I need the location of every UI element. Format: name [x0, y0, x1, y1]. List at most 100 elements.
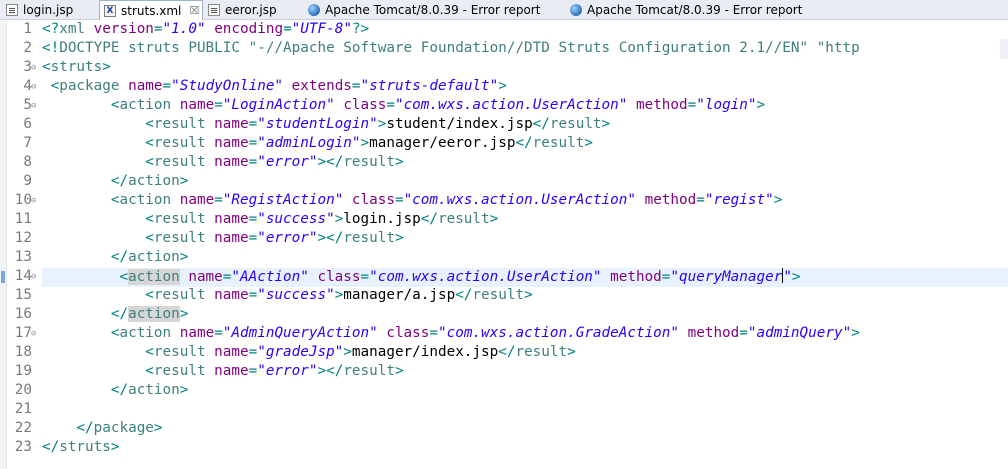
- code-line[interactable]: </action>: [42, 382, 188, 398]
- code-token: name: [214, 116, 249, 132]
- code-line[interactable]: </package>: [42, 420, 162, 436]
- fold-collapse-icon[interactable]: ⊖: [31, 63, 36, 73]
- code-line[interactable]: <result name="success">manager/a.jsp</re…: [42, 287, 533, 303]
- tab-struts-xml[interactable]: Xstruts.xml ☒: [99, 0, 203, 20]
- tab-apache-tomcat-8-0-39-error-report[interactable]: Apache Tomcat/8.0.39 - Error report: [566, 0, 816, 19]
- code-line[interactable]: <result name="error"></result>: [42, 363, 403, 379]
- code-token: result: [153, 211, 206, 227]
- code-line[interactable]: </action>: [42, 173, 188, 189]
- line-number: 3: [23, 59, 32, 75]
- code-token: class: [386, 325, 430, 341]
- code-token: "login": [696, 97, 757, 113]
- line-number: 21: [14, 401, 32, 417]
- fold-collapse-icon[interactable]: ⊖: [31, 82, 36, 92]
- code-token: method: [635, 97, 688, 113]
- code-token: "com.wxs.action.GradeAction": [438, 325, 680, 341]
- code-token: >: [179, 306, 189, 322]
- code-line[interactable]: <result name="adminLogin">manager/eeror.…: [42, 135, 593, 151]
- code-line[interactable]: <action name="AAction" class="com.wxs.ac…: [42, 268, 801, 285]
- code-token: </: [110, 173, 129, 189]
- fold-collapse-icon[interactable]: ⊖: [31, 196, 36, 206]
- code-token: =: [248, 154, 258, 170]
- code-line[interactable]: <action name="AdminQueryAction" class="c…: [42, 325, 860, 341]
- code-token: =: [248, 230, 258, 246]
- code-line[interactable]: <package name="StudyOnline" extends="str…: [42, 78, 507, 94]
- code-token: "struts-default": [360, 78, 499, 94]
- code-line[interactable]: <?xml version="1.0" encoding="UTF-8"?>: [42, 21, 369, 37]
- line-number: 5: [23, 97, 32, 113]
- code-token: "1.0": [162, 21, 206, 37]
- code-token: result: [343, 230, 395, 246]
- code-token: name: [214, 211, 249, 227]
- code-token: "error": [257, 154, 318, 170]
- code-token: >: [791, 269, 801, 285]
- code-token: class: [351, 192, 395, 208]
- code-line[interactable]: <result name="error"></result>: [42, 230, 404, 246]
- tab-apache-tomcat-8-0-39-error-report[interactable]: Apache Tomcat/8.0.39 - Error report: [304, 0, 564, 19]
- overview-ruler[interactable]: [1000, 39, 1008, 59]
- code-line[interactable]: </action>: [42, 249, 188, 265]
- tab-eeror-jsp[interactable]: eeror.jsp: [204, 0, 302, 19]
- code-line[interactable]: </action>: [42, 306, 188, 322]
- code-token: "error": [257, 363, 318, 379]
- code-token: </: [76, 420, 94, 436]
- code-token: name: [188, 269, 223, 285]
- code-token: encoding: [214, 21, 284, 37]
- close-tab-icon[interactable]: ☒: [189, 4, 199, 17]
- tab-label: login.jsp: [23, 2, 74, 17]
- code-token: action: [119, 97, 172, 113]
- tab-label: eeror.jsp: [225, 2, 277, 17]
- code-token: >: [524, 287, 533, 303]
- tab-label: Apache Tomcat/8.0.39 - Error report: [325, 2, 541, 17]
- code-line[interactable]: <result name="error"></result>: [42, 154, 403, 170]
- code-line[interactable]: <result name="success">login.jsp</result…: [42, 211, 498, 227]
- code-line[interactable]: </struts>: [42, 439, 119, 455]
- code-editor[interactable]: 1 <?xml version="1.0" encoding="UTF-8"?> 2…: [0, 20, 1008, 469]
- code-token: =: [214, 192, 223, 208]
- code-token: result: [515, 344, 568, 360]
- fold-collapse-icon[interactable]: ⊖: [31, 329, 36, 339]
- code-token: class: [343, 97, 387, 113]
- line-number: 16: [14, 306, 32, 322]
- code-token: method: [610, 269, 662, 285]
- fold-collapse-icon[interactable]: ⊖: [31, 272, 36, 282]
- code-token: >: [179, 249, 189, 265]
- code-token: "adminQuery": [747, 325, 852, 341]
- code-line[interactable]: <struts>: [42, 59, 111, 75]
- code-token: >: [489, 211, 499, 227]
- code-token: name: [214, 363, 249, 379]
- xml-file-icon: X: [104, 4, 116, 17]
- code-line[interactable]: <result name="studentLogin">student/inde…: [42, 116, 610, 132]
- fold-collapse-icon[interactable]: ⊖: [31, 101, 36, 111]
- code-token: </: [110, 306, 129, 322]
- code-line[interactable]: <action name="LoginAction" class="com.wx…: [42, 97, 765, 113]
- code-token: <: [42, 59, 51, 75]
- change-marker: [1, 271, 5, 283]
- line-number: 6: [23, 116, 32, 132]
- code-token: ?>: [351, 21, 370, 37]
- code-line[interactable]: <action name="RegistAction" class="com.w…: [42, 192, 782, 208]
- code-line[interactable]: <!DOCTYPE struts PUBLIC "-//Apache Softw…: [42, 40, 860, 56]
- tab-login-jsp[interactable]: login.jsp: [2, 0, 97, 19]
- code-token: "adminLogin": [257, 135, 361, 151]
- code-token: class: [317, 269, 361, 285]
- code-token: <!: [42, 40, 60, 56]
- code-token: >: [394, 230, 404, 246]
- line-number: 11: [14, 211, 32, 227]
- code-line[interactable]: <result name="gradeJsp">manager/index.js…: [42, 344, 575, 360]
